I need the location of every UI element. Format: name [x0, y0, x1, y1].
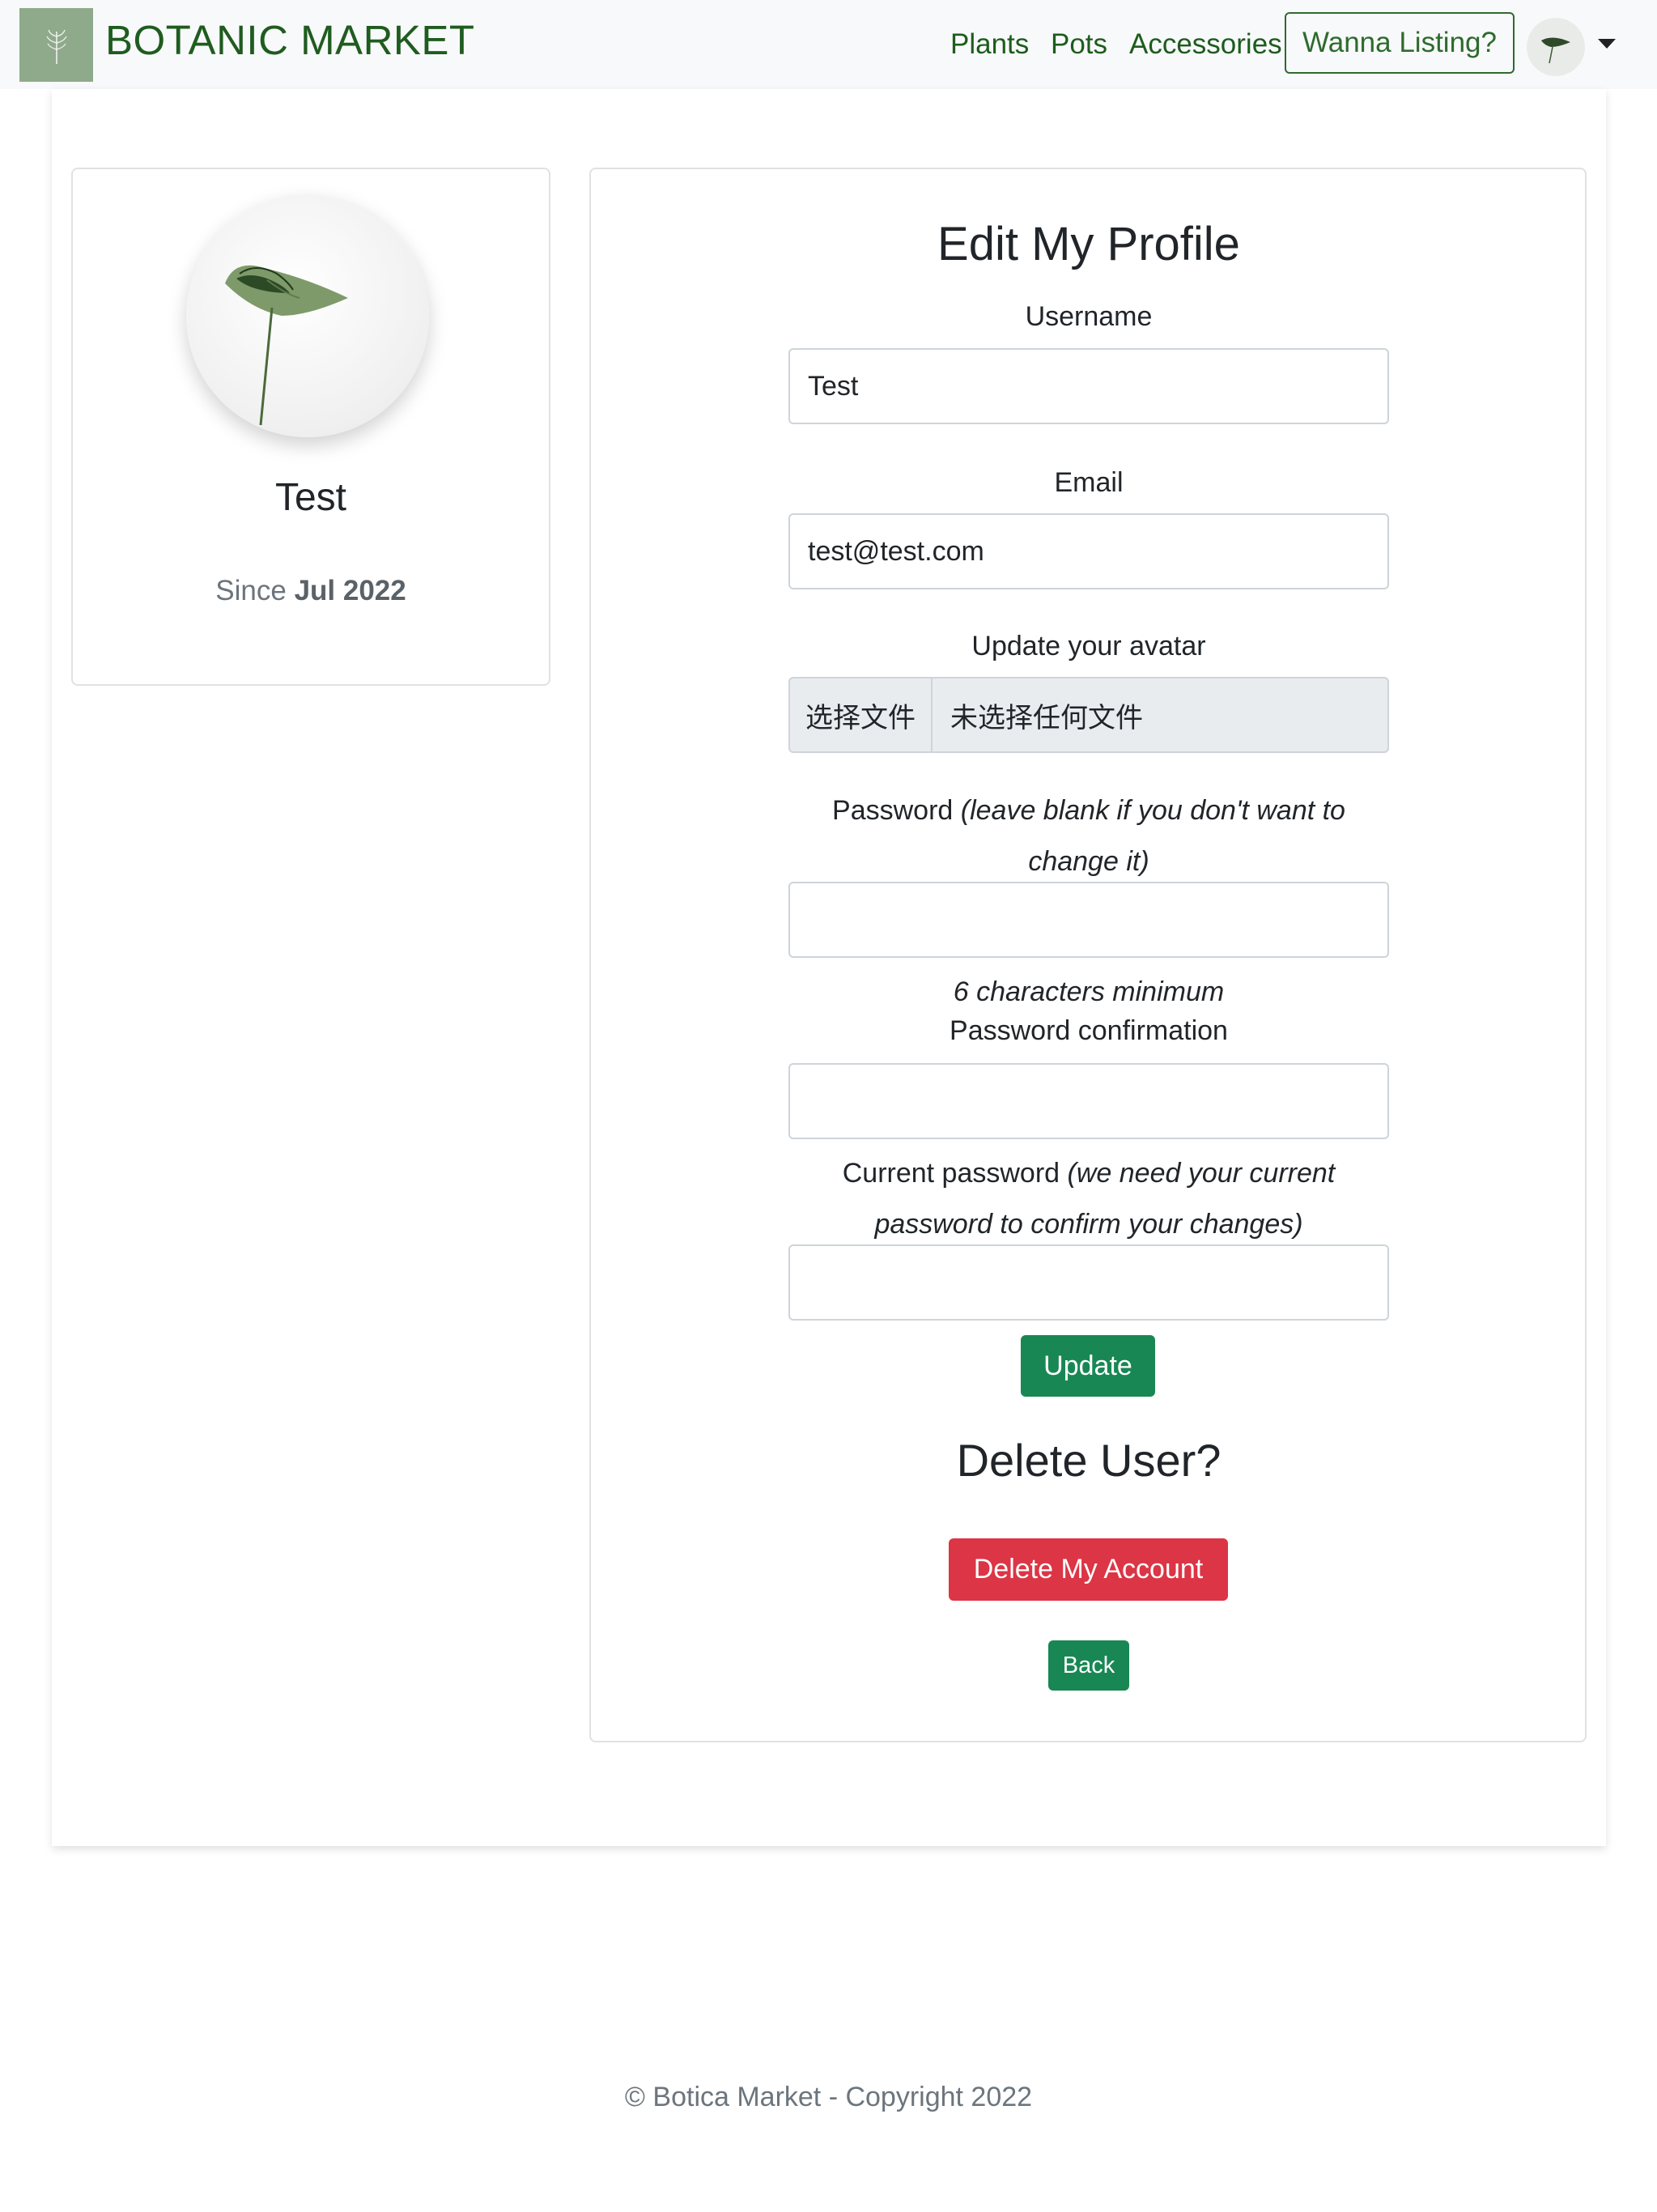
current-password-label: Current password [842, 1158, 1060, 1189]
username-label: Username [1025, 301, 1153, 332]
leaf-icon [225, 265, 348, 426]
update-button[interactable]: Update [1021, 1335, 1155, 1397]
password-hint-cont: change it) [1028, 846, 1149, 877]
confirm-label: Password confirmation [950, 1015, 1228, 1046]
nav-link-pots[interactable]: Pots [1051, 24, 1107, 65]
password-label-line1: Password (leave blank if you don't want … [777, 785, 1400, 836]
member-since: Since Jul 2022 [71, 571, 550, 611]
chevron-down-icon[interactable] [1598, 39, 1616, 49]
since-date: Jul 2022 [294, 575, 406, 606]
password-confirmation-input[interactable] [788, 1063, 1389, 1139]
since-label: Since [215, 575, 287, 606]
current-password-label-line1: Current password (we need your current [777, 1148, 1400, 1198]
avatar-file-input[interactable]: 选择文件 未选择任何文件 [788, 677, 1389, 753]
user-avatar[interactable] [1527, 18, 1585, 76]
profile-name: Test [274, 476, 347, 519]
password-input[interactable] [788, 882, 1389, 958]
current-password-label-line2: password to confirm your changes) [777, 1199, 1400, 1249]
current-password-hint-cont: password to confirm your changes) [874, 1209, 1303, 1240]
avatar-label: Update your avatar [971, 631, 1206, 661]
wanna-listing-button[interactable]: Wanna Listing? [1285, 12, 1515, 74]
brand-name[interactable]: BOTANIC MARKET [105, 15, 475, 66]
delete-user-heading: Delete User? [956, 1435, 1222, 1486]
username-input[interactable]: Test [788, 348, 1389, 424]
brand-logo-icon[interactable] [19, 8, 93, 82]
password-label-line2: change it) [777, 836, 1400, 887]
back-button[interactable]: Back [1048, 1640, 1129, 1691]
current-password-hint: (we need your current [1067, 1158, 1336, 1189]
navbar: BOTANIC MARKET Plants Pots Accessories W… [0, 0, 1657, 89]
email-input[interactable]: test@test.com [788, 513, 1389, 589]
leaf-icon [1541, 37, 1570, 64]
password-min-hint: 6 characters minimum [953, 976, 1225, 1007]
file-status: 未选择任何文件 [950, 702, 1143, 734]
page-title: Edit My Profile [937, 218, 1240, 270]
current-password-input[interactable] [788, 1244, 1389, 1321]
nav-link-plants[interactable]: Plants [950, 24, 1029, 65]
email-label: Email [1054, 467, 1124, 498]
profile-avatar [186, 194, 429, 437]
delete-account-button[interactable]: Delete My Account [949, 1538, 1228, 1601]
choose-file-button[interactable]: 选择文件 [790, 678, 933, 751]
password-hint: (leave blank if you don't want to [960, 795, 1345, 826]
footer-copyright: © Botica Market - Copyright 2022 [624, 2082, 1033, 2112]
password-label: Password [832, 795, 954, 826]
nav-link-accessories[interactable]: Accessories [1129, 24, 1282, 65]
